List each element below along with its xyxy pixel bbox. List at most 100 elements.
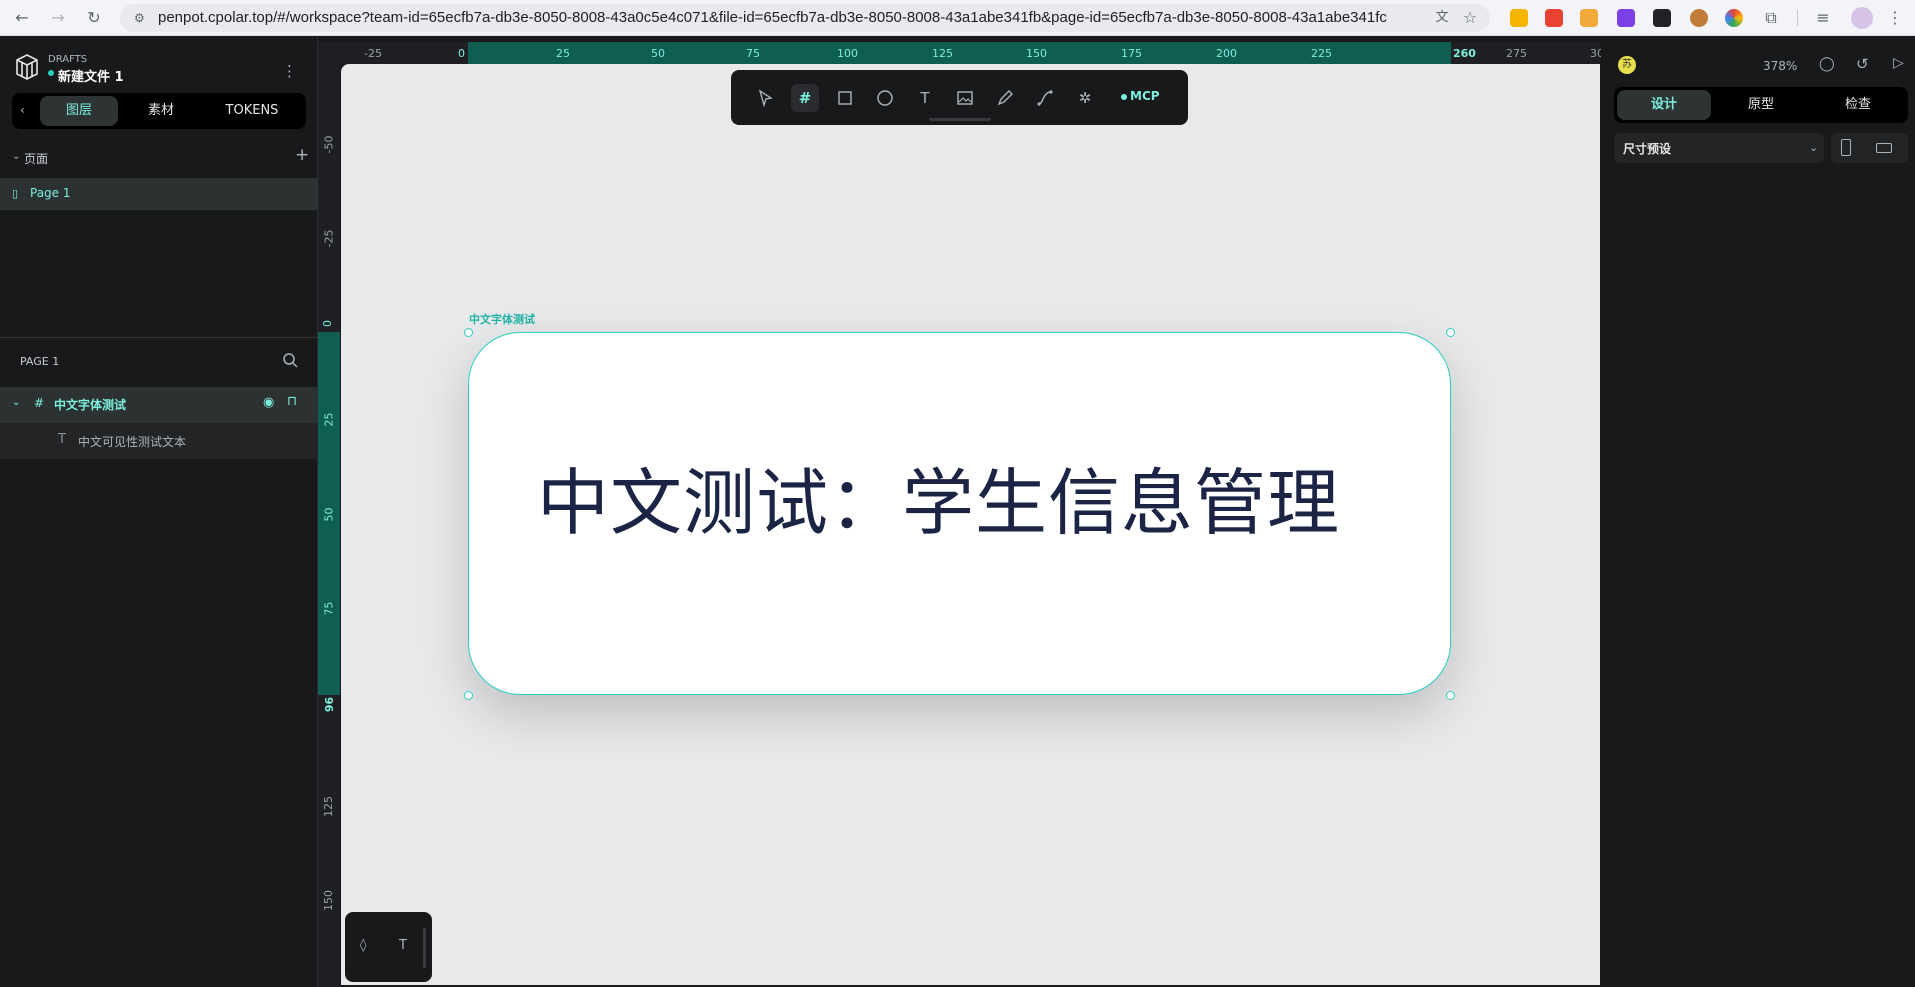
board-tool-icon[interactable]: #: [791, 84, 819, 112]
portrait-icon[interactable]: [1841, 139, 1851, 156]
board-title-label[interactable]: 中文字体测试: [469, 311, 535, 327]
mcp-status-dot: [1121, 94, 1127, 100]
board-icon: #: [34, 396, 45, 410]
horizontal-ruler: -25 0 25 50 75 100 125 150 175 200 225 2…: [318, 42, 1604, 64]
ruler-tick-label: 0: [321, 320, 334, 327]
zoom-level[interactable]: 378%: [1763, 59, 1797, 73]
ruler-tick-label: 225: [1311, 47, 1332, 60]
extension-icon-3[interactable]: [1580, 9, 1598, 27]
ruler-tick-label: 50: [322, 507, 336, 522]
ruler-tick-label: 275: [1506, 47, 1527, 60]
url-text[interactable]: penpot.cpolar.top/#/workspace?team-id=65…: [158, 9, 1387, 26]
translate-icon[interactable]: 文: [1432, 8, 1452, 28]
pages-title: 页面: [24, 152, 49, 166]
resize-handle-top-right[interactable]: [1446, 328, 1455, 337]
layer-text-name[interactable]: 中文可见性测试文本: [78, 433, 186, 450]
resize-handle-bottom-right[interactable]: [1446, 691, 1455, 700]
ruler-tick-label: 150: [322, 890, 335, 911]
path-tool-icon[interactable]: [1031, 84, 1059, 112]
collapse-sidebar-icon[interactable]: ‹: [20, 103, 25, 117]
extensions-puzzle-icon[interactable]: ⧉: [1761, 8, 1781, 28]
ruler-tick-label: 150: [1026, 47, 1047, 60]
ruler-tick-label: 50: [651, 47, 665, 60]
extension-icon-1[interactable]: [1510, 9, 1528, 27]
reload-icon[interactable]: ↻: [84, 8, 104, 28]
resize-handle-top-left[interactable]: [464, 328, 473, 337]
extension-icon-2[interactable]: [1545, 9, 1563, 27]
drawing-toolbar: # T ✲ MCP: [731, 70, 1188, 125]
ruler-tick-label: -50: [322, 135, 336, 154]
page-icon: ▯: [12, 187, 19, 200]
ellipse-tool-icon[interactable]: [871, 84, 899, 112]
panel-divider: [0, 337, 318, 338]
project-label: DRAFTS: [48, 54, 88, 65]
browser-menu-icon[interactable]: ⋮: [1885, 8, 1905, 28]
layers-title: PAGE 1: [20, 355, 60, 368]
file-menu-icon[interactable]: ⋮: [282, 62, 297, 80]
text-palette-icon[interactable]: T: [399, 938, 407, 953]
color-palette-icon[interactable]: ◊: [360, 938, 366, 953]
move-tool-icon[interactable]: [751, 84, 779, 112]
resize-handle-bottom-left[interactable]: [464, 691, 473, 700]
ruler-tick-label: 25: [556, 47, 570, 60]
comments-icon[interactable]: ◯: [1819, 56, 1835, 72]
play-icon[interactable]: ▷: [1893, 55, 1904, 71]
extension-icon-6[interactable]: [1690, 9, 1708, 27]
palette-divider: [423, 928, 426, 968]
ruler-selection-highlight: [468, 42, 1451, 64]
rectangle-tool-icon[interactable]: [831, 84, 859, 112]
palette-toggle-panel: ◊ T: [345, 912, 432, 982]
pencil-tool-icon[interactable]: [991, 84, 1019, 112]
extension-icon-5[interactable]: [1653, 9, 1671, 27]
ruler-tick-label: 75: [746, 47, 760, 60]
tab-search-icon[interactable]: ≡: [1813, 8, 1833, 28]
penpot-logo-icon[interactable]: [14, 52, 40, 82]
ruler-tick-label: -25: [364, 47, 382, 60]
history-icon[interactable]: ↺: [1856, 55, 1869, 73]
ruler-tick-label: 125: [322, 796, 335, 817]
tab-assets[interactable]: 素材: [122, 96, 200, 126]
pages-collapse-icon[interactable]: ⌄: [12, 151, 20, 162]
user-avatar[interactable]: 苏: [1618, 56, 1636, 74]
ruler-tick-label: 125: [932, 47, 953, 60]
layer-expand-icon[interactable]: ⌄: [12, 397, 20, 408]
mcp-label[interactable]: MCP: [1130, 89, 1160, 103]
plugins-tool-icon[interactable]: ✲: [1071, 84, 1099, 112]
ruler-tick-label: 75: [322, 601, 336, 616]
ruler-tick-label: 100: [837, 47, 858, 60]
landscape-icon[interactable]: [1876, 143, 1892, 153]
extension-icon-4[interactable]: [1617, 9, 1635, 27]
add-page-icon[interactable]: +: [295, 145, 309, 165]
tab-tokens[interactable]: TOKENS: [204, 96, 300, 126]
lock-icon[interactable]: ⊓: [287, 394, 297, 409]
site-info-icon[interactable]: ⚙: [134, 11, 148, 25]
forward-icon[interactable]: →: [48, 8, 68, 28]
text-tool-icon[interactable]: T: [911, 84, 939, 112]
canvas-text[interactable]: 中文测试：学生信息管理: [537, 444, 1340, 549]
star-icon[interactable]: ☆: [1460, 8, 1480, 28]
ruler-tick-label: 175: [1121, 47, 1142, 60]
ruler-tick-label: 96: [323, 696, 337, 713]
ruler-tick-label: 260: [1453, 47, 1476, 60]
profile-avatar[interactable]: [1851, 7, 1873, 29]
size-preset-label: 尺寸预设: [1623, 142, 1672, 156]
back-icon[interactable]: ←: [12, 8, 32, 28]
text-layer-icon: T: [58, 432, 66, 447]
tab-layers[interactable]: 图层: [40, 96, 118, 126]
page-item-label: Page 1: [30, 186, 71, 200]
ruler-tick-label: -25: [322, 229, 336, 248]
tab-prototype[interactable]: 原型: [1714, 90, 1808, 120]
saved-status-dot: [48, 70, 54, 76]
toolbar-drag-handle[interactable]: [929, 118, 991, 121]
layer-board-name[interactable]: 中文字体测试: [54, 396, 126, 413]
search-layers-icon[interactable]: [282, 352, 298, 368]
image-tool-icon[interactable]: [951, 84, 979, 112]
tab-design[interactable]: 设计: [1617, 90, 1711, 120]
visibility-eye-icon[interactable]: ◉: [263, 395, 274, 410]
file-name[interactable]: 新建文件 1: [58, 66, 124, 85]
extension-icon-7[interactable]: [1725, 9, 1743, 27]
vertical-ruler: -50 -25 0 25 50 75 96 125 150: [318, 64, 340, 987]
chevron-down-icon: ⌄: [1809, 141, 1819, 154]
right-sidebar: 苏 378% ◯ ↺ ▷ 设计 原型 检查 尺寸预设 ⌄: [1601, 37, 1915, 987]
tab-inspect[interactable]: 检查: [1811, 90, 1905, 120]
